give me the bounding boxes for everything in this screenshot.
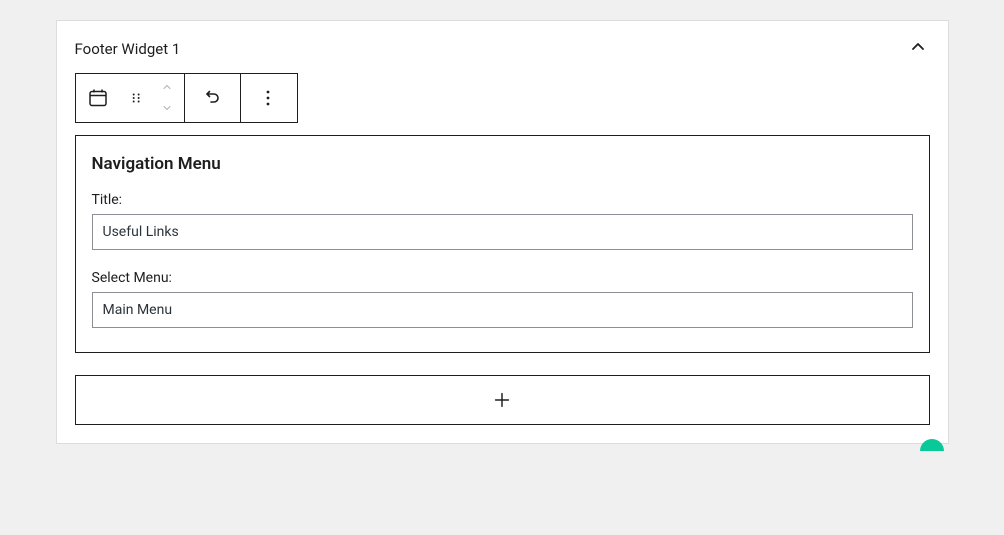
chevron-up-icon (906, 35, 930, 59)
block-type-button[interactable] (76, 74, 122, 122)
chevron-up-icon (159, 81, 175, 93)
move-up-button[interactable] (159, 78, 175, 97)
more-vertical-icon (256, 86, 280, 110)
chevron-down-icon (159, 102, 175, 114)
calendar-icon (86, 86, 110, 110)
toolbar-group-block (75, 73, 185, 123)
replace-icon (200, 86, 224, 110)
help-bubble[interactable] (920, 439, 944, 451)
replace-button[interactable] (185, 74, 241, 122)
select-menu-label: Select Menu: (92, 270, 913, 286)
title-field-label: Title: (92, 192, 913, 208)
toolbar-group-actions (184, 73, 298, 123)
block-toolbar (75, 73, 948, 123)
panel-header: Footer Widget 1 (57, 21, 948, 71)
move-down-button[interactable] (159, 99, 175, 118)
widget-area-panel: Footer Widget 1 (56, 20, 949, 444)
select-menu-dropdown[interactable]: Main Menu (92, 292, 913, 328)
widget-name-heading: Navigation Menu (92, 154, 913, 174)
more-options-button[interactable] (241, 74, 297, 122)
widget-editor-box: Navigation Menu Title: Select Menu: Main… (75, 135, 930, 353)
plus-icon (491, 389, 513, 411)
move-arrows (152, 74, 184, 122)
add-block-button[interactable] (75, 375, 930, 425)
drag-handle-icon (128, 89, 145, 107)
collapse-toggle[interactable] (906, 35, 930, 63)
title-input[interactable] (92, 214, 913, 250)
drag-handle-button[interactable] (122, 74, 152, 122)
panel-title: Footer Widget 1 (75, 40, 181, 58)
